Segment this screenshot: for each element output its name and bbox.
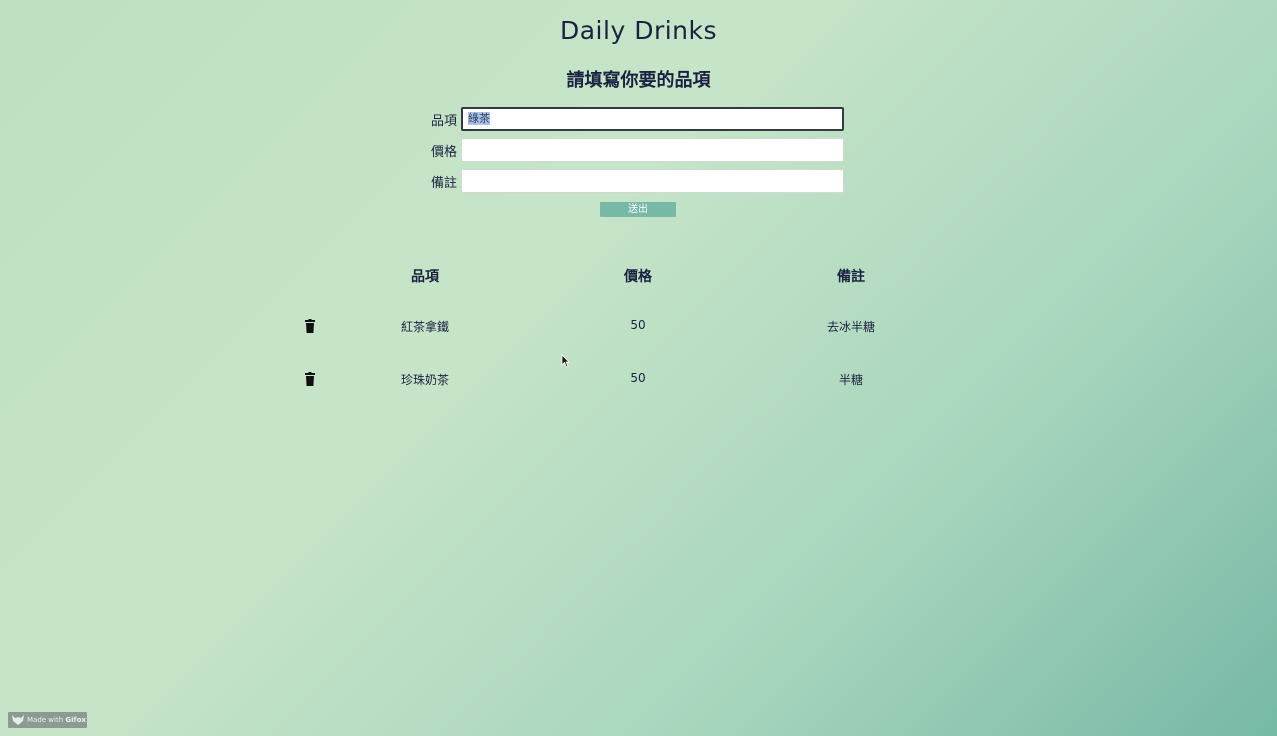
watermark-prefix: Made with bbox=[27, 716, 66, 724]
item-label: 品項 bbox=[430, 114, 457, 129]
mouse-cursor-icon bbox=[561, 354, 570, 368]
note-label: 備註 bbox=[430, 176, 457, 191]
watermark-brand: Gifox bbox=[65, 716, 86, 724]
row-note: 去冰半糖 bbox=[826, 320, 875, 334]
trash-icon[interactable] bbox=[305, 372, 315, 386]
item-row: 品項 綠茶 bbox=[380, 107, 850, 131]
gifox-watermark: Made with Gifox bbox=[8, 712, 87, 728]
note-input[interactable] bbox=[461, 169, 844, 193]
row-price: 50 bbox=[630, 371, 646, 385]
row-item: 珍珠奶茶 bbox=[400, 373, 449, 387]
gifox-logo-icon bbox=[12, 715, 24, 725]
row-item: 紅茶拿鐵 bbox=[400, 320, 449, 334]
trash-icon[interactable] bbox=[305, 319, 315, 333]
item-input-value: 綠茶 bbox=[468, 112, 490, 125]
price-input[interactable] bbox=[461, 138, 844, 162]
header-price: 價格 bbox=[624, 269, 652, 285]
page-title: Daily Drinks bbox=[559, 16, 718, 45]
price-label: 價格 bbox=[430, 145, 457, 160]
note-row: 備註 bbox=[380, 169, 850, 193]
submit-button[interactable]: 送出 bbox=[600, 202, 676, 217]
price-row: 價格 bbox=[380, 138, 850, 162]
row-price: 50 bbox=[630, 318, 646, 332]
form-heading: 請填寫你要的品項 bbox=[566, 70, 711, 91]
item-input[interactable]: 綠茶 bbox=[461, 107, 844, 131]
header-item: 品項 bbox=[411, 269, 439, 285]
header-note: 備註 bbox=[837, 269, 865, 285]
row-note: 半糖 bbox=[838, 373, 863, 387]
